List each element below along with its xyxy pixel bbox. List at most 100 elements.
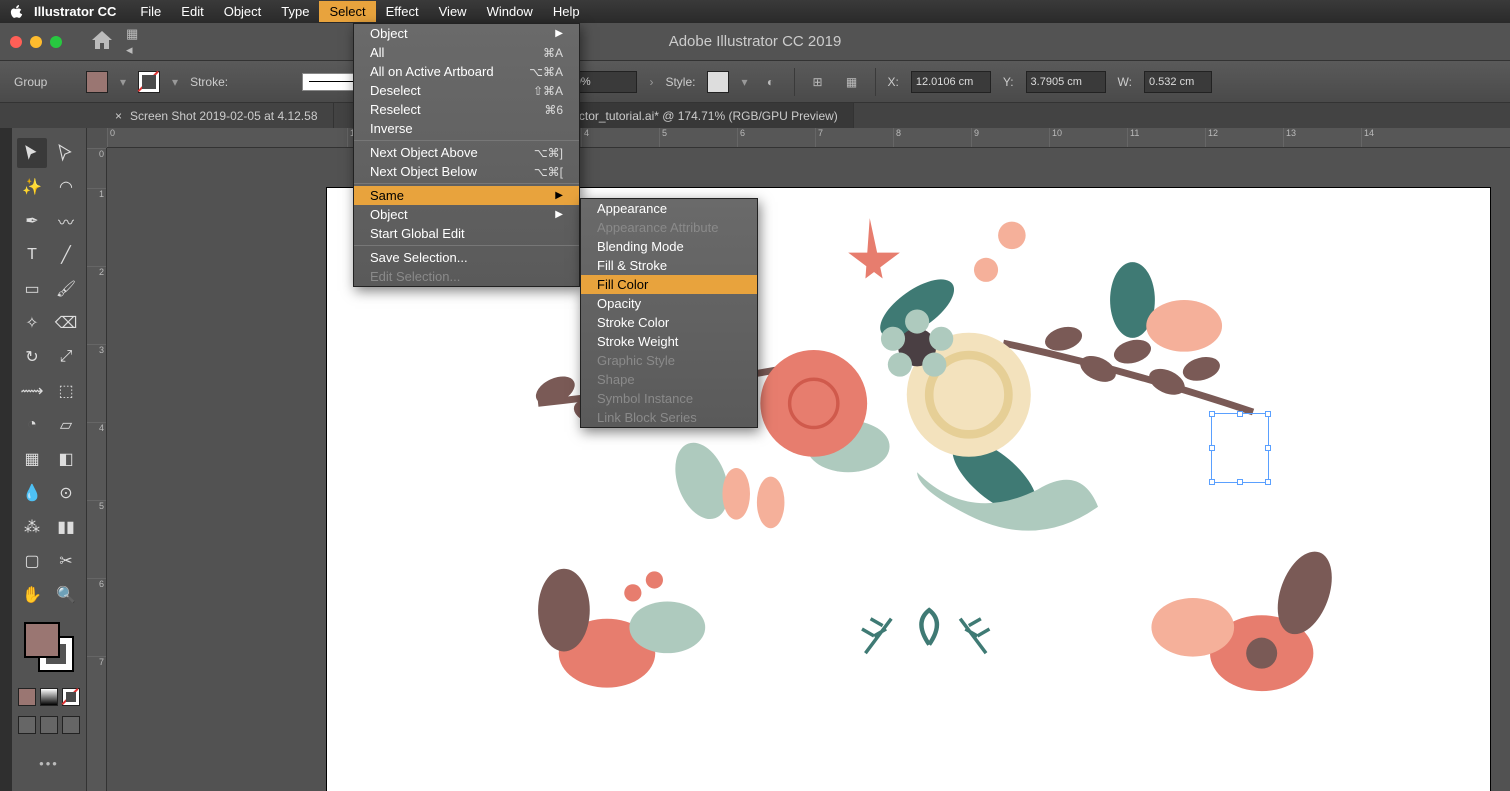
home-icon[interactable]	[92, 31, 112, 52]
curvature-tool[interactable]: 〰	[51, 206, 81, 236]
resize-handle[interactable]	[1209, 445, 1215, 451]
gradient-tool[interactable]: ◧	[51, 444, 81, 474]
x-input[interactable]	[911, 71, 991, 93]
perspective-tool[interactable]: ▱	[51, 410, 81, 440]
draw-inside-icon[interactable]	[62, 716, 80, 734]
lasso-tool[interactable]: ◠	[51, 172, 81, 202]
tab-screenshot[interactable]: × Screen Shot 2019-02-05 at 4.12.58	[100, 103, 334, 128]
select-item-object[interactable]: Object▶	[354, 205, 579, 224]
w-input[interactable]	[1144, 71, 1212, 93]
transform-icon[interactable]: ▦	[841, 71, 863, 93]
tab-label: Screen Shot 2019-02-05 at 4.12.58	[130, 109, 317, 123]
none-mode-icon[interactable]	[62, 688, 80, 706]
close-window-icon[interactable]	[10, 36, 22, 48]
menu-effect[interactable]: Effect	[376, 1, 429, 22]
select-item-next-object-above[interactable]: Next Object Above⌥⌘]	[354, 143, 579, 162]
gradient-mode-icon[interactable]	[40, 688, 58, 706]
select-item-object[interactable]: Object▶	[354, 24, 579, 43]
symbol-sprayer-tool[interactable]: ⁂	[17, 512, 47, 542]
select-item-reselect[interactable]: Reselect⌘6	[354, 100, 579, 119]
magic-wand-tool[interactable]: ✨	[17, 172, 47, 202]
menu-help[interactable]: Help	[543, 1, 590, 22]
app-name: Illustrator CC	[34, 4, 116, 19]
menu-file[interactable]: File	[130, 1, 171, 22]
select-item-inverse[interactable]: Inverse	[354, 119, 579, 138]
selection-bounding-box[interactable]	[1211, 413, 1269, 483]
rotate-tool[interactable]: ↻	[17, 342, 47, 372]
same-item-fill-stroke[interactable]: Fill & Stroke	[581, 256, 757, 275]
same-item-link-block-series: Link Block Series	[581, 408, 757, 427]
color-mode-icon[interactable]	[18, 688, 36, 706]
menu-select[interactable]: Select	[319, 1, 375, 22]
arrange-documents-icon[interactable]: ▦ ◂	[126, 31, 148, 53]
hand-tool[interactable]: ✋	[17, 580, 47, 610]
select-item-save-selection-[interactable]: Save Selection...	[354, 248, 579, 267]
same-item-blending-mode[interactable]: Blending Mode	[581, 237, 757, 256]
rectangle-tool[interactable]: ▭	[17, 274, 47, 304]
zoom-window-icon[interactable]	[50, 36, 62, 48]
same-item-symbol-instance: Symbol Instance	[581, 389, 757, 408]
align-icon[interactable]: ⊞	[807, 71, 829, 93]
resize-handle[interactable]	[1237, 479, 1243, 485]
free-transform-tool[interactable]: ⬚	[51, 376, 81, 406]
select-item-all-on-active-artboard[interactable]: All on Active Artboard⌥⌘A	[354, 62, 579, 81]
blend-tool[interactable]: ⊙	[51, 478, 81, 508]
menu-view[interactable]: View	[429, 1, 477, 22]
resize-handle[interactable]	[1265, 411, 1271, 417]
shaper-tool[interactable]: ✧	[17, 308, 47, 338]
eyedropper-tool[interactable]: 💧	[17, 478, 47, 508]
edit-toolbar-icon[interactable]: •••	[39, 756, 59, 771]
fill-color-box[interactable]	[24, 622, 60, 658]
type-tool[interactable]: T	[17, 240, 47, 270]
fill-swatch[interactable]	[86, 71, 108, 93]
menu-type[interactable]: Type	[271, 1, 319, 22]
menu-window[interactable]: Window	[477, 1, 543, 22]
select-item-same[interactable]: Same▶	[354, 186, 579, 205]
select-item-next-object-below[interactable]: Next Object Below⌥⌘[	[354, 162, 579, 181]
same-item-fill-color[interactable]: Fill Color	[581, 275, 757, 294]
y-input[interactable]	[1026, 71, 1106, 93]
select-item-deselect[interactable]: Deselect⇧⌘A	[354, 81, 579, 100]
resize-handle[interactable]	[1265, 445, 1271, 451]
same-item-stroke-color[interactable]: Stroke Color	[581, 313, 757, 332]
tab-vector-tutorial[interactable]: × vector_tutorial.ai* @ 174.71% (RGB/GPU…	[536, 103, 854, 128]
ruler-vertical: 0 1 2 3 4 5 6 7	[87, 148, 107, 791]
column-graph-tool[interactable]: ▮▮	[51, 512, 81, 542]
same-item-opacity[interactable]: Opacity	[581, 294, 757, 313]
slice-tool[interactable]: ✂	[51, 546, 81, 576]
minimize-window-icon[interactable]	[30, 36, 42, 48]
close-tab-icon[interactable]: ×	[115, 109, 122, 123]
eraser-tool[interactable]: ⌫	[51, 308, 81, 338]
mesh-tool[interactable]: ▦	[17, 444, 47, 474]
select-item-start-global-edit[interactable]: Start Global Edit	[354, 224, 579, 243]
draw-behind-icon[interactable]	[40, 716, 58, 734]
line-tool[interactable]: ╱	[51, 240, 81, 270]
resize-handle[interactable]	[1237, 411, 1243, 417]
direct-selection-tool[interactable]	[51, 138, 81, 168]
artboard-tool[interactable]: ▢	[17, 546, 47, 576]
same-item-stroke-weight[interactable]: Stroke Weight	[581, 332, 757, 351]
scale-tool[interactable]: ⤢	[51, 342, 81, 372]
pen-tool[interactable]: ✒	[17, 206, 47, 236]
toolbox: ✨ ◠ ✒ 〰 T ╱ ▭ 🖌 ✧ ⌫ ↻ ⤢ ⟿ ⬚ ◔ ▱ ▦ ◧ 💧 ⊙ …	[12, 128, 87, 791]
style-swatch[interactable]	[707, 71, 729, 93]
width-tool[interactable]: ⟿	[17, 376, 47, 406]
selection-tool[interactable]	[17, 138, 47, 168]
menu-object[interactable]: Object	[214, 1, 272, 22]
canvas[interactable]: 0 1 2 3 4 5 6 7 8 9 10 11 12 13 14 0 1 2…	[87, 128, 1510, 791]
resize-handle[interactable]	[1209, 411, 1215, 417]
recolor-icon[interactable]: ◐	[760, 71, 782, 93]
stroke-swatch[interactable]	[138, 71, 160, 93]
zoom-tool[interactable]: 🔍	[51, 580, 81, 610]
resize-handle[interactable]	[1209, 479, 1215, 485]
resize-handle[interactable]	[1265, 479, 1271, 485]
paintbrush-tool[interactable]: 🖌	[51, 274, 81, 304]
draw-normal-icon[interactable]	[18, 716, 36, 734]
select-item-all[interactable]: All⌘A	[354, 43, 579, 62]
document-tabs: × Screen Shot 2019-02-05 at 4.12.58 w) ×…	[0, 103, 1510, 128]
menu-edit[interactable]: Edit	[171, 1, 213, 22]
screen-mode-row	[18, 716, 80, 734]
shape-builder-tool[interactable]: ◔	[17, 410, 47, 440]
same-item-appearance[interactable]: Appearance	[581, 199, 757, 218]
fill-stroke-control[interactable]	[24, 622, 74, 672]
